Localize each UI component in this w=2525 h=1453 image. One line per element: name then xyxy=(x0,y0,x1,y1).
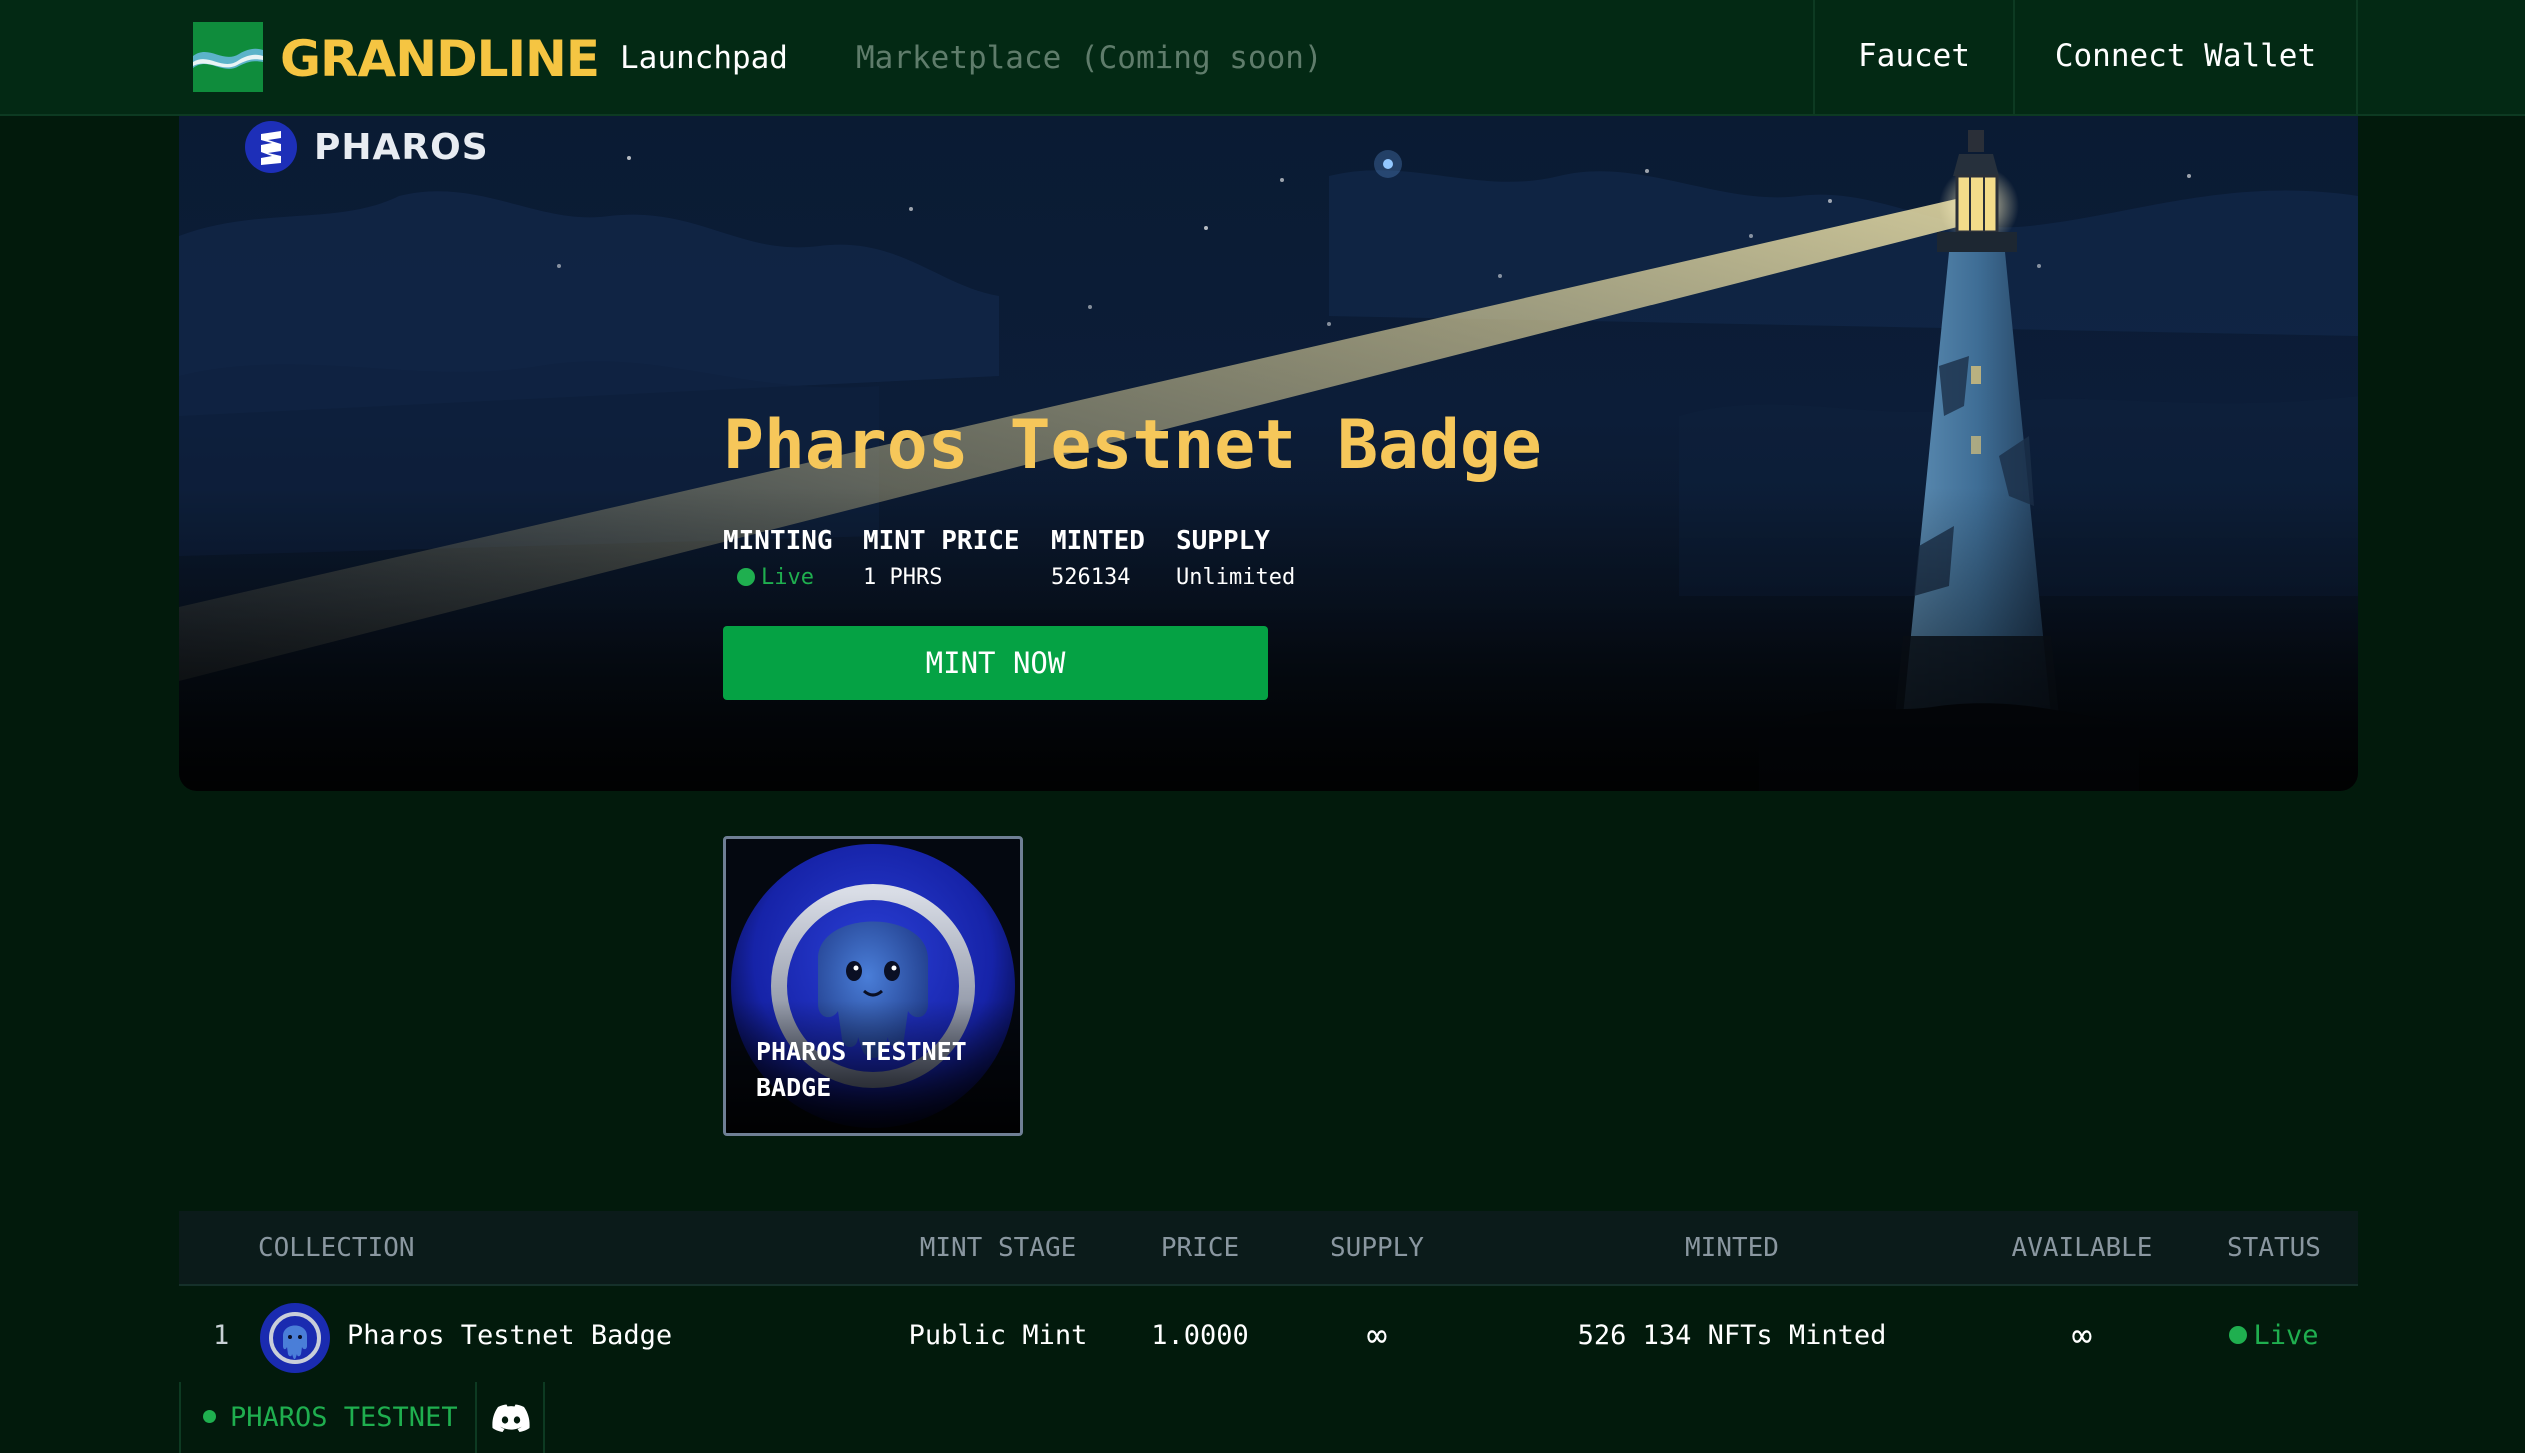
partner-badge: PHAROS xyxy=(244,116,489,178)
header-collection[interactable]: COLLECTION xyxy=(258,1211,415,1286)
discord-link[interactable] xyxy=(477,1382,545,1453)
network-indicator[interactable]: PHAROS TESTNET xyxy=(179,1382,477,1453)
row-collection-name[interactable]: Pharos Testnet Badge xyxy=(347,1288,672,1384)
collection-title: Pharos Testnet Badge xyxy=(723,406,1542,485)
badge-preview-card[interactable]: PHAROS TESTNET BADGE xyxy=(723,836,1023,1136)
row-mint-stage: Public Mint xyxy=(908,1320,1088,1351)
row-supply: ∞ xyxy=(1366,1316,1388,1356)
hero-banner: PHAROS Pharos Testnet Badge MINTING Live… xyxy=(179,116,2358,791)
row-status: Live xyxy=(2209,1288,2339,1384)
mint-now-button[interactable]: MINT NOW xyxy=(723,626,1268,700)
badge-caption: PHAROS TESTNET BADGE xyxy=(756,1037,967,1102)
stat-supply: SUPPLY Unlimited xyxy=(1176,524,1295,598)
row-price: 1.0000 xyxy=(1151,1320,1249,1351)
grandline-wave-logo-icon[interactable] xyxy=(193,22,263,92)
stat-minting: MINTING Live xyxy=(723,524,833,598)
row-status-text: Live xyxy=(2253,1320,2319,1351)
header-available[interactable]: AVAILABLE xyxy=(1982,1211,2182,1286)
footer-bar: PHAROS TESTNET xyxy=(0,1382,2525,1453)
pharos-logo-icon xyxy=(245,121,297,173)
stat-price-value: 1 PHRS xyxy=(863,565,943,590)
minting-status-text: Live xyxy=(761,565,814,590)
connect-wallet-button[interactable]: Connect Wallet xyxy=(2013,0,2358,116)
top-nav: GRANDLINE Launchpad Marketplace (Coming … xyxy=(0,0,2525,116)
stat-minting-label: MINTING xyxy=(723,526,833,556)
collection-thumbnail-icon xyxy=(260,1303,330,1373)
discord-icon xyxy=(492,1404,530,1432)
header-price[interactable]: PRICE xyxy=(1149,1211,1251,1286)
brand-name[interactable]: GRANDLINE xyxy=(280,24,600,94)
header-status[interactable]: STATUS xyxy=(2209,1211,2339,1286)
live-indicator-icon xyxy=(737,567,755,586)
stat-price-label: MINT PRICE xyxy=(863,526,1020,556)
header-supply[interactable]: SUPPLY xyxy=(1299,1211,1455,1286)
stat-minting-value: Live xyxy=(723,558,833,598)
row-rank: 1 xyxy=(213,1320,230,1351)
stat-minted-label: MINTED xyxy=(1051,526,1145,556)
header-mint-stage[interactable]: MINT STAGE xyxy=(913,1211,1083,1286)
faucet-button[interactable]: Faucet xyxy=(1813,0,2013,116)
stat-supply-label: SUPPLY xyxy=(1176,526,1270,556)
stat-mint-price: MINT PRICE 1 PHRS xyxy=(863,524,1020,598)
app-root: GRANDLINE Launchpad Marketplace (Coming … xyxy=(0,0,2525,1453)
collections-table-header: COLLECTION MINT STAGE PRICE SUPPLY MINTE… xyxy=(179,1211,2358,1286)
stat-minted-value: 526134 xyxy=(1051,565,1131,590)
partner-name: PHAROS xyxy=(314,126,489,168)
nav-launchpad[interactable]: Launchpad xyxy=(620,30,788,86)
row-minted: 526 134 NFTs Minted xyxy=(1577,1320,1887,1351)
header-minted[interactable]: MINTED xyxy=(1563,1211,1901,1286)
stat-minted: MINTED 526134 xyxy=(1051,524,1145,598)
network-name: PHAROS TESTNET xyxy=(230,1402,458,1433)
table-row[interactable]: 1 Pharos Testnet Badge Public Mint 1.000… xyxy=(179,1288,2358,1384)
network-status-dot-icon xyxy=(203,1410,216,1423)
nav-marketplace: Marketplace (Coming soon) xyxy=(856,40,1323,76)
row-available: ∞ xyxy=(2071,1316,2093,1356)
stat-supply-value: Unlimited xyxy=(1176,565,1296,590)
live-indicator-icon xyxy=(2229,1325,2248,1344)
